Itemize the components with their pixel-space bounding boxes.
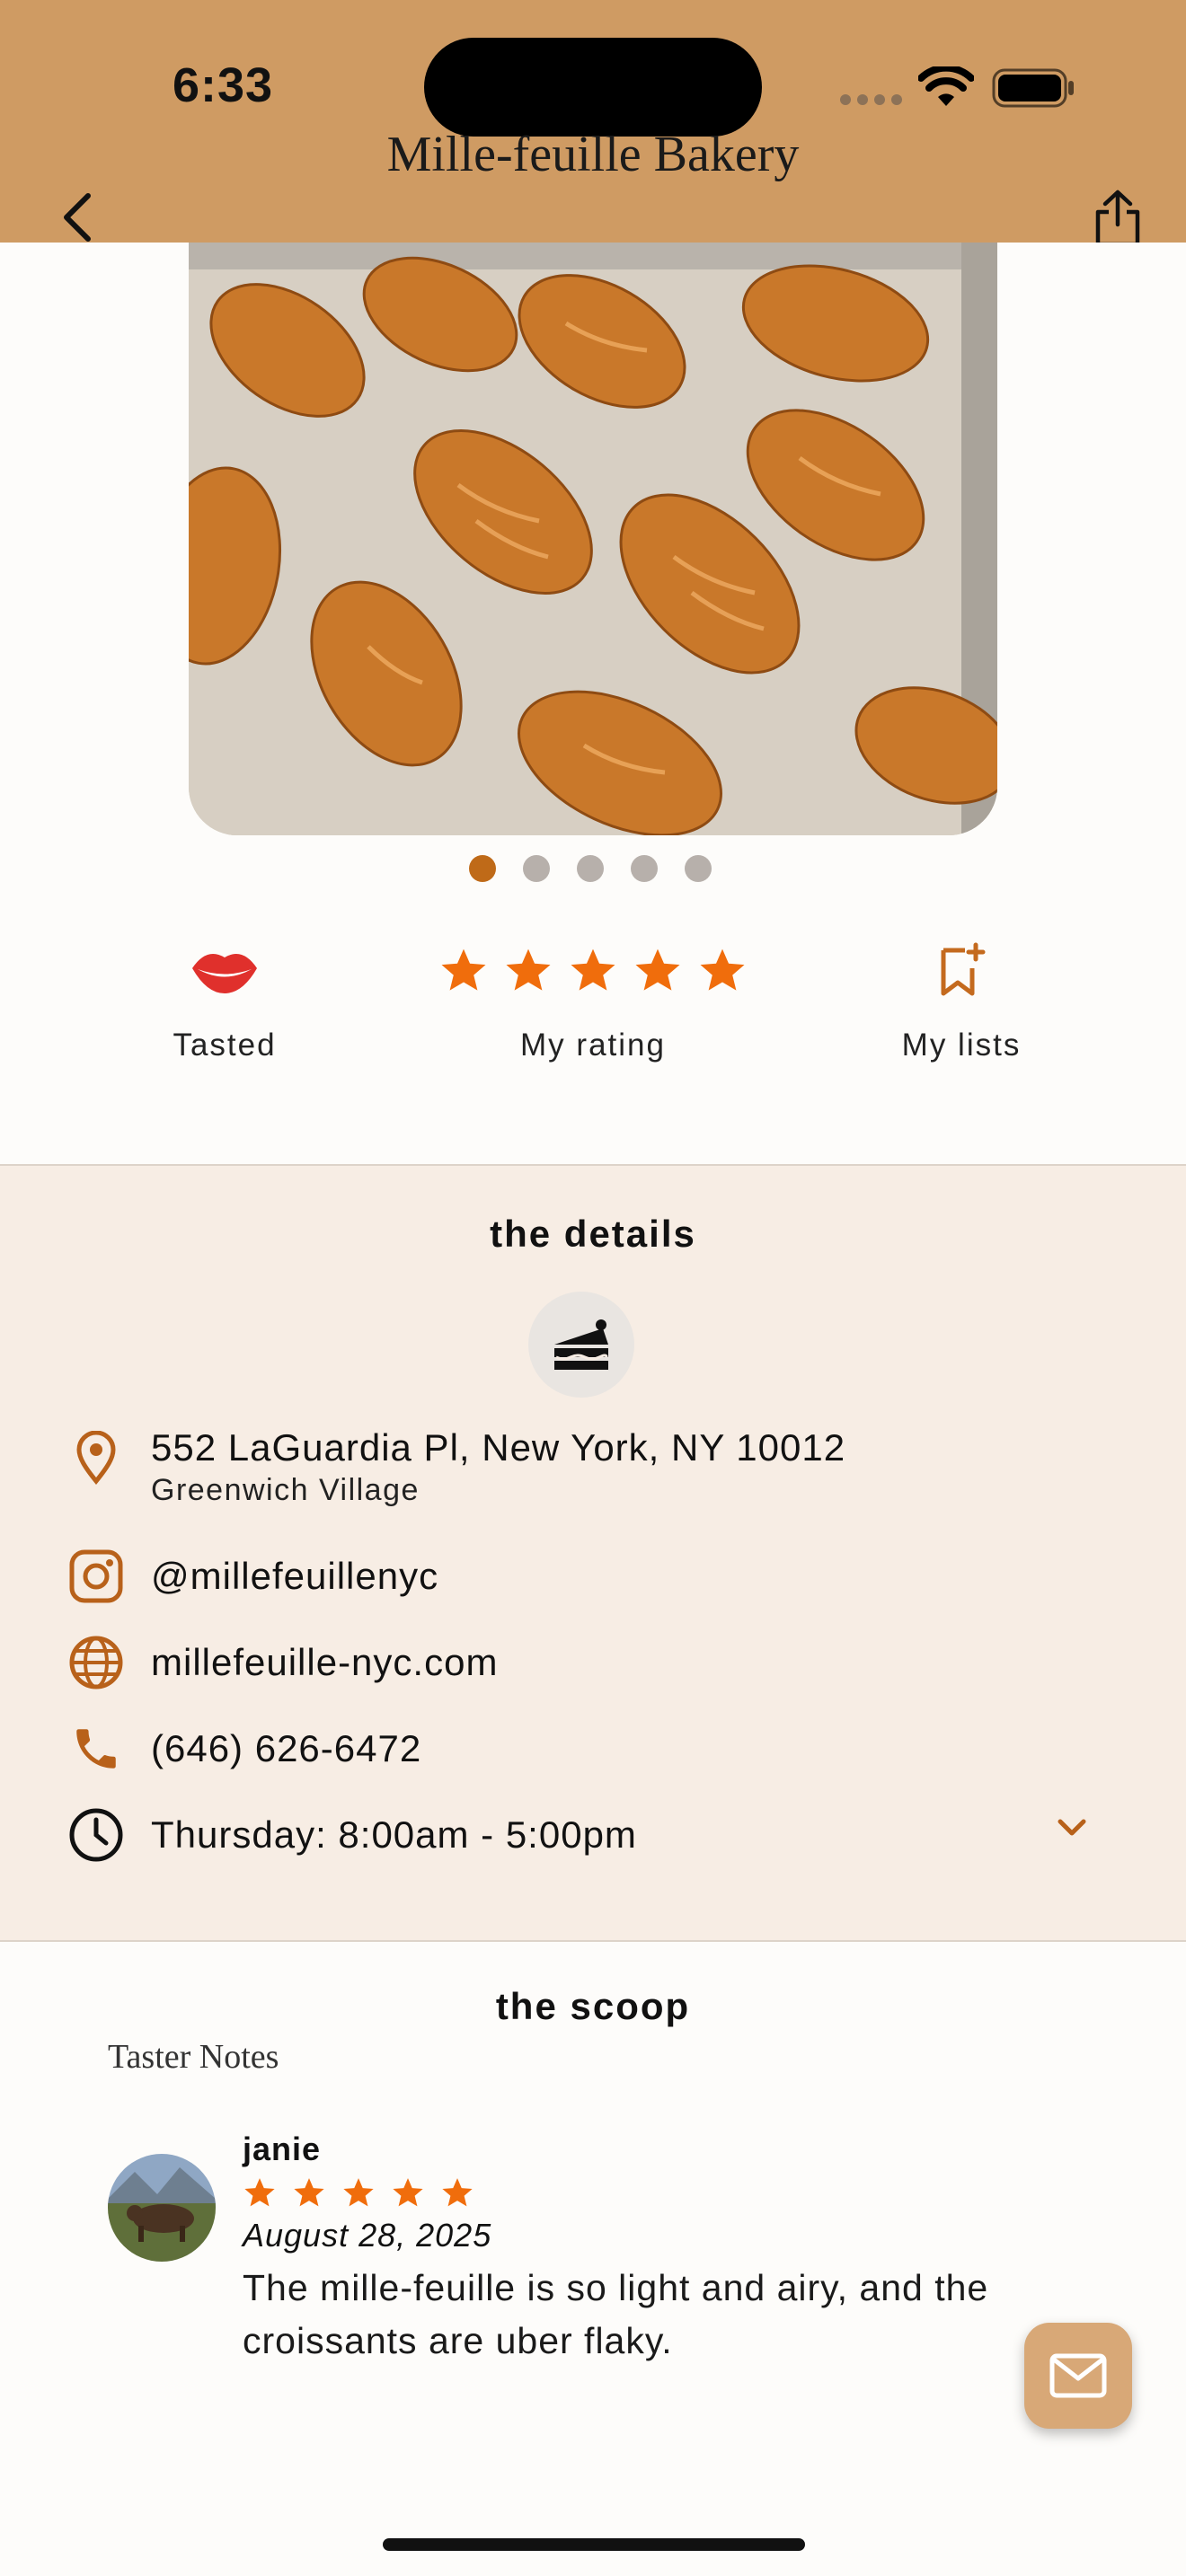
page-title: Mille-feuille Bakery xyxy=(386,127,800,182)
details-section: the details 552 LaGuardia Pl, New York, … xyxy=(0,1164,1186,1942)
chevron-down-icon[interactable] xyxy=(1051,1813,1093,1843)
my-lists-button[interactable]: My lists xyxy=(863,925,1060,1063)
phone-number[interactable]: (646) 626-6472 xyxy=(151,1727,421,1770)
scoop-title: the scoop xyxy=(495,1985,691,2027)
battery-icon xyxy=(992,68,1074,108)
mail-icon xyxy=(1049,2353,1107,2398)
hours-row[interactable]: Thursday: 8:00am - 5:00pm xyxy=(65,1804,637,1866)
website-link[interactable]: millefeuille-nyc.com xyxy=(151,1641,498,1684)
pager-dot[interactable] xyxy=(685,855,712,882)
my-lists-label: My lists xyxy=(901,1028,1022,1063)
home-indicator[interactable] xyxy=(383,2538,805,2551)
my-rating-control[interactable]: My rating xyxy=(431,925,755,1063)
scoop-section: the scoop Taster Notes janie August 28, … xyxy=(0,1942,1186,2576)
bookmark-add-icon xyxy=(941,942,986,996)
star-icon[interactable] xyxy=(697,945,748,995)
avatar[interactable] xyxy=(108,2154,216,2262)
lips-icon xyxy=(192,954,257,993)
star-icon[interactable] xyxy=(438,945,489,995)
share-button[interactable] xyxy=(1091,189,1145,243)
address-text[interactable]: 552 LaGuardia Pl, New York, NY 10012 xyxy=(151,1426,845,1469)
rating-stars[interactable] xyxy=(431,925,755,1015)
gallery-pager[interactable] xyxy=(469,855,712,882)
star-icon xyxy=(442,2178,473,2207)
review-text: The mille-feuille is so light and airy, … xyxy=(243,2267,989,2361)
pager-dot[interactable] xyxy=(631,855,658,882)
cellular-signal-icon xyxy=(840,94,902,105)
taster-notes-heading: Taster Notes xyxy=(108,2038,279,2076)
pager-dot[interactable] xyxy=(577,855,604,882)
my-rating-label: My rating xyxy=(520,1028,666,1063)
bakery-photo[interactable] xyxy=(189,243,997,835)
hours-text[interactable]: Thursday: 8:00am - 5:00pm xyxy=(151,1813,637,1857)
reviewer-name[interactable]: janie xyxy=(243,2130,321,2168)
star-icon[interactable] xyxy=(633,945,683,995)
location-pin-icon xyxy=(76,1431,116,1485)
star-icon[interactable] xyxy=(568,945,618,995)
pager-dot[interactable] xyxy=(523,855,550,882)
neighborhood-text: Greenwich Village xyxy=(151,1473,420,1507)
wifi-icon xyxy=(918,66,974,106)
star-icon[interactable] xyxy=(503,945,553,995)
website-row[interactable]: millefeuille-nyc.com xyxy=(65,1631,498,1694)
phone-icon xyxy=(76,1729,116,1769)
category-badge xyxy=(528,1292,634,1398)
tasted-button[interactable]: Tasted xyxy=(135,925,314,1063)
message-button[interactable] xyxy=(1024,2323,1132,2429)
instagram-row[interactable]: @millefeuillenyc xyxy=(65,1545,438,1608)
instagram-handle[interactable]: @millefeuillenyc xyxy=(151,1555,438,1598)
tasted-label: Tasted xyxy=(173,1028,277,1063)
star-icon xyxy=(343,2178,374,2207)
address-row[interactable]: 552 LaGuardia Pl, New York, NY 10012 Gre… xyxy=(65,1426,845,1508)
star-icon xyxy=(393,2178,423,2207)
back-button[interactable] xyxy=(52,189,102,243)
review-stars xyxy=(243,2175,474,2210)
pager-dot[interactable] xyxy=(469,855,496,882)
star-icon xyxy=(294,2178,324,2207)
review-date: August 28, 2025 xyxy=(243,2217,492,2254)
dynamic-island xyxy=(424,38,762,137)
instagram-icon xyxy=(69,1549,123,1603)
star-icon xyxy=(244,2178,275,2207)
header-bar: 6:33 Mille-feuille Bakery xyxy=(0,0,1186,243)
cake-slice-icon xyxy=(554,1319,608,1370)
phone-row[interactable]: (646) 626-6472 xyxy=(65,1717,421,1780)
clock-icon xyxy=(69,1808,123,1862)
status-time: 6:33 xyxy=(173,58,274,112)
globe-icon xyxy=(69,1636,123,1689)
details-title: the details xyxy=(490,1213,696,1255)
